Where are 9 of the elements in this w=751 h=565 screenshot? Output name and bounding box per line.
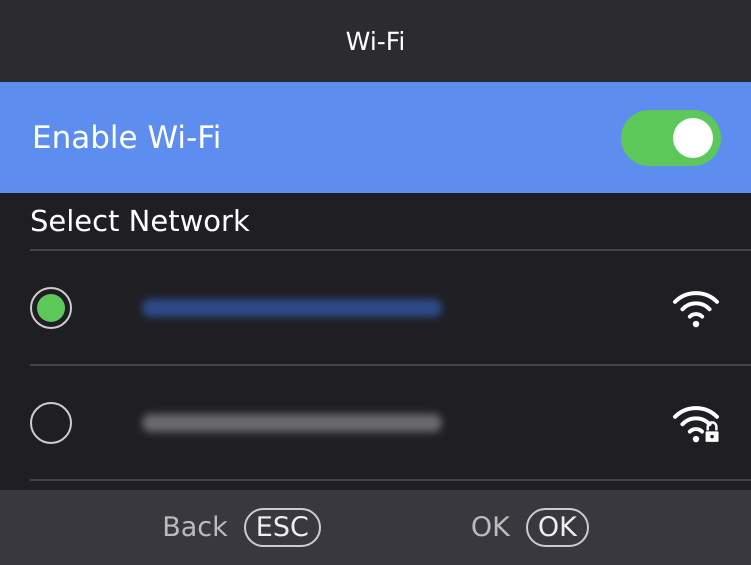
radio-button[interactable]	[30, 286, 72, 328]
key-hint[interactable]: ESC	[244, 508, 321, 547]
action-label: OK	[470, 512, 510, 543]
radio-button[interactable]	[30, 402, 72, 444]
section-title: Select Network	[30, 193, 751, 251]
window-title: Wi-Fi	[346, 26, 406, 56]
action-label: Back	[162, 512, 228, 543]
key-hint[interactable]: OK	[526, 508, 589, 547]
enable-wifi-label: Enable Wi-Fi	[32, 120, 222, 156]
